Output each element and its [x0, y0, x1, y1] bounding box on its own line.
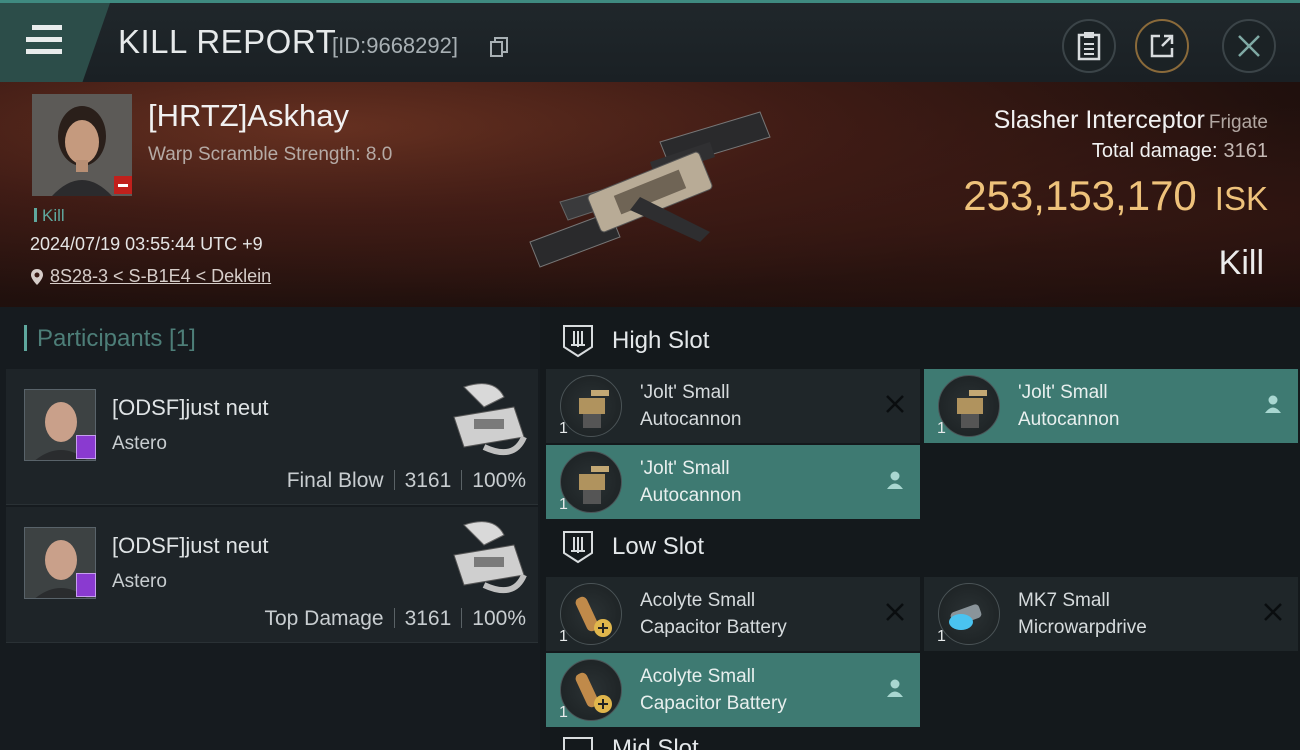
autocannon-icon	[560, 451, 622, 513]
share-icon	[1150, 34, 1174, 58]
participant-row[interactable]: [ODSF]just neut Astero Top Damage 3161 100…	[6, 507, 538, 643]
close-icon	[1238, 35, 1260, 57]
hamburger-icon	[26, 25, 62, 55]
kill-result: Kill	[1218, 244, 1264, 282]
report-id: [ID:9668292]	[332, 33, 458, 58]
isk-value: 253,153,170 ISK	[963, 172, 1268, 219]
module-item[interactable]: 1 Acolyte Small Capacitor Battery	[546, 653, 920, 727]
kill-banner: [HRTZ]Askhay Warp Scramble Strength: 8.0…	[0, 82, 1300, 307]
autocannon-icon	[560, 375, 622, 437]
participant-name[interactable]: [ODSF]just neut	[112, 533, 269, 559]
module-item[interactable]: 1 MK7 Small Microwarpdrive	[924, 577, 1298, 651]
fitting-panel: High Slot 1 'Jolt' Small Autocannon 1 'Jo…	[540, 307, 1300, 750]
victim-ship-image	[529, 111, 771, 268]
menu-button[interactable]	[0, 3, 110, 82]
autocannon-icon	[938, 375, 1000, 437]
person-icon	[1265, 395, 1281, 413]
participants-header: Participants [1]	[24, 325, 196, 353]
clipboard-button[interactable]	[1062, 19, 1116, 73]
low-slot-icon	[563, 531, 593, 564]
capacitor-battery-icon	[560, 583, 622, 645]
participant-name[interactable]: [ODSF]just neut	[112, 395, 269, 421]
destroyed-x-icon	[886, 603, 904, 621]
mid-slot-header: Mid Slot	[560, 735, 699, 750]
participants-panel: Participants [1] [ODSF]just neut Astero …	[0, 307, 540, 750]
module-name: Acolyte Small Capacitor Battery	[640, 666, 787, 714]
kill-datetime: 2024/07/19 03:55:44 UTC +9	[30, 234, 263, 254]
participant-ship-image	[453, 383, 527, 456]
copy-icon[interactable]	[490, 37, 508, 57]
clipboard-icon	[1077, 32, 1101, 61]
top-bar: KILL REPORT [ID:9668292]	[0, 0, 1300, 82]
module-name: MK7 Small Microwarpdrive	[1018, 590, 1147, 638]
kill-tag: Kill	[34, 206, 65, 226]
victim-name[interactable]: [HRTZ]Askhay	[148, 98, 349, 134]
status-badge	[114, 176, 132, 194]
ship-name[interactable]: Slasher Interceptor Frigate	[994, 106, 1268, 135]
participant-row[interactable]: [ODSF]just neut Astero Final Blow 3161 100…	[6, 369, 538, 505]
microwarpdrive-icon	[938, 583, 1000, 645]
module-name: 'Jolt' Small Autocannon	[640, 382, 742, 430]
close-button[interactable]	[1222, 19, 1276, 73]
person-icon	[887, 679, 903, 697]
module-item[interactable]: 1 'Jolt' Small Autocannon	[546, 369, 920, 443]
module-name: 'Jolt' Small Autocannon	[1018, 382, 1120, 430]
high-slot-icon	[563, 325, 593, 358]
participant-ship-image	[453, 521, 527, 594]
share-button[interactable]	[1135, 19, 1189, 73]
module-name: Acolyte Small Capacitor Battery	[640, 590, 787, 638]
participant-stats: Final Blow 3161 100%	[286, 469, 526, 492]
corp-badge-icon	[76, 435, 96, 459]
corp-badge-icon	[76, 573, 96, 597]
total-damage: Total damage: 3161	[1091, 140, 1268, 162]
page-title: KILL REPORT	[118, 23, 337, 60]
participant-ship: Astero	[112, 433, 167, 454]
module-item[interactable]: 1 Acolyte Small Capacitor Battery	[546, 577, 920, 651]
module-name: 'Jolt' Small Autocannon	[640, 458, 742, 506]
capacitor-battery-icon	[560, 659, 622, 721]
low-slot-header: Low Slot	[560, 529, 704, 565]
kill-location[interactable]: 8S28-3 < S-B1E4 < Deklein	[30, 266, 271, 287]
participant-ship: Astero	[112, 571, 167, 592]
mid-slot-icon	[563, 737, 593, 750]
destroyed-x-icon	[1264, 603, 1282, 621]
destroyed-x-icon	[886, 395, 904, 413]
module-item[interactable]: 1 'Jolt' Small Autocannon	[546, 445, 920, 519]
participant-stats: Top Damage 3161 100%	[264, 607, 526, 630]
module-item[interactable]: 1 'Jolt' Small Autocannon	[924, 369, 1298, 443]
location-pin-icon	[31, 268, 43, 285]
person-icon	[887, 471, 903, 489]
victim-subtitle: Warp Scramble Strength: 8.0	[148, 144, 393, 165]
location-link[interactable]: 8S28-3 < S-B1E4 < Deklein	[50, 266, 271, 287]
high-slot-header: High Slot	[560, 323, 709, 359]
